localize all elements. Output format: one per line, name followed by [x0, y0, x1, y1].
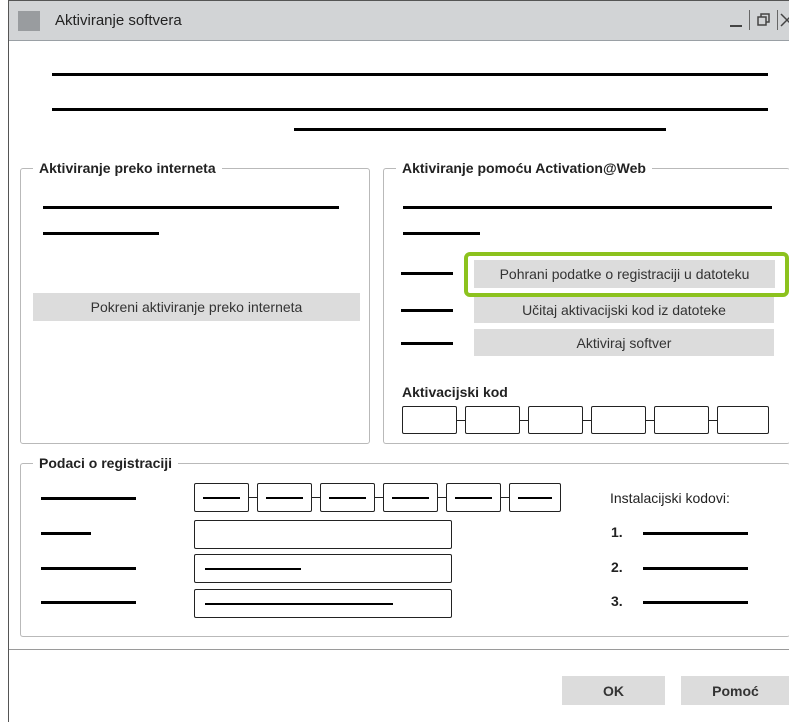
install-code-number-2: 2. — [611, 559, 623, 575]
registration-code-field[interactable] — [257, 483, 312, 512]
web-text-line-2 — [403, 232, 480, 235]
restore-icon[interactable] — [753, 9, 775, 31]
registration-field-3[interactable] — [194, 554, 452, 583]
help-button[interactable]: Pomoć — [681, 676, 789, 705]
internet-group-legend: Aktiviranje preko interneta — [39, 160, 216, 176]
reg-label-line-3 — [41, 567, 136, 570]
registration-code-fields — [194, 483, 561, 512]
registration-code-field[interactable] — [509, 483, 561, 512]
activation-code-field[interactable] — [591, 406, 646, 434]
activation-code-field[interactable] — [717, 406, 769, 434]
activation-dialog: Aktiviranje softvera Aktiviranje preko i… — [8, 0, 789, 722]
internet-text-line-2 — [43, 232, 159, 235]
footer-separator — [9, 649, 789, 650]
registration-code-field[interactable] — [446, 483, 501, 512]
reg-label-line-2 — [41, 532, 91, 535]
registration-field-2[interactable] — [194, 520, 452, 549]
reg-label-line-4 — [41, 601, 136, 604]
window-title: Aktiviranje softvera — [55, 12, 182, 29]
activation-code-field[interactable] — [654, 406, 709, 434]
app-icon — [18, 11, 40, 31]
activation-code-field[interactable] — [465, 406, 520, 434]
install-code-value-2 — [643, 567, 748, 570]
activation-code-inputs — [402, 406, 769, 434]
activation-code-label: Aktivacijski kod — [402, 384, 508, 400]
close-icon[interactable] — [779, 9, 789, 31]
header-text-line-1 — [52, 73, 768, 76]
registration-code-field[interactable] — [383, 483, 438, 512]
load-activation-code-button[interactable]: Učitaj aktivacijski kod iz datoteke — [474, 297, 774, 323]
title-separator — [749, 10, 750, 30]
title-bar: Aktiviranje softvera — [9, 1, 789, 41]
title-separator — [777, 10, 778, 30]
registration-field-4[interactable] — [194, 589, 452, 618]
registration-code-field[interactable] — [194, 483, 249, 512]
internet-text-line-1 — [43, 206, 339, 209]
ok-button[interactable]: OK — [562, 676, 665, 705]
reg-label-line-1 — [41, 497, 136, 500]
install-code-value-3 — [643, 601, 748, 604]
registration-code-field[interactable] — [320, 483, 375, 512]
install-code-value-1 — [643, 532, 748, 535]
step-line-3 — [401, 342, 453, 345]
web-group-legend: Aktiviranje pomoću Activation@Web — [402, 160, 646, 176]
install-code-number-1: 1. — [611, 524, 623, 540]
activation-code-field[interactable] — [402, 406, 457, 434]
step-line-1 — [401, 272, 453, 275]
step-line-2 — [401, 309, 453, 312]
header-text-line-3 — [294, 128, 666, 131]
activation-code-field[interactable] — [528, 406, 583, 434]
web-text-line-1 — [403, 206, 772, 209]
install-codes-label: Instalacijski kodovi: — [610, 490, 730, 506]
registration-group-legend: Podaci o registraciji — [39, 455, 173, 471]
save-registration-button[interactable]: Pohrani podatke o registraciji u datotek… — [474, 260, 775, 288]
install-code-number-3: 3. — [611, 593, 623, 609]
header-text-line-2 — [52, 108, 768, 111]
start-internet-activation-button[interactable]: Pokreni aktiviranje preko interneta — [33, 293, 360, 321]
activate-software-button[interactable]: Aktiviraj softver — [474, 329, 774, 356]
minimize-icon[interactable] — [725, 9, 747, 31]
